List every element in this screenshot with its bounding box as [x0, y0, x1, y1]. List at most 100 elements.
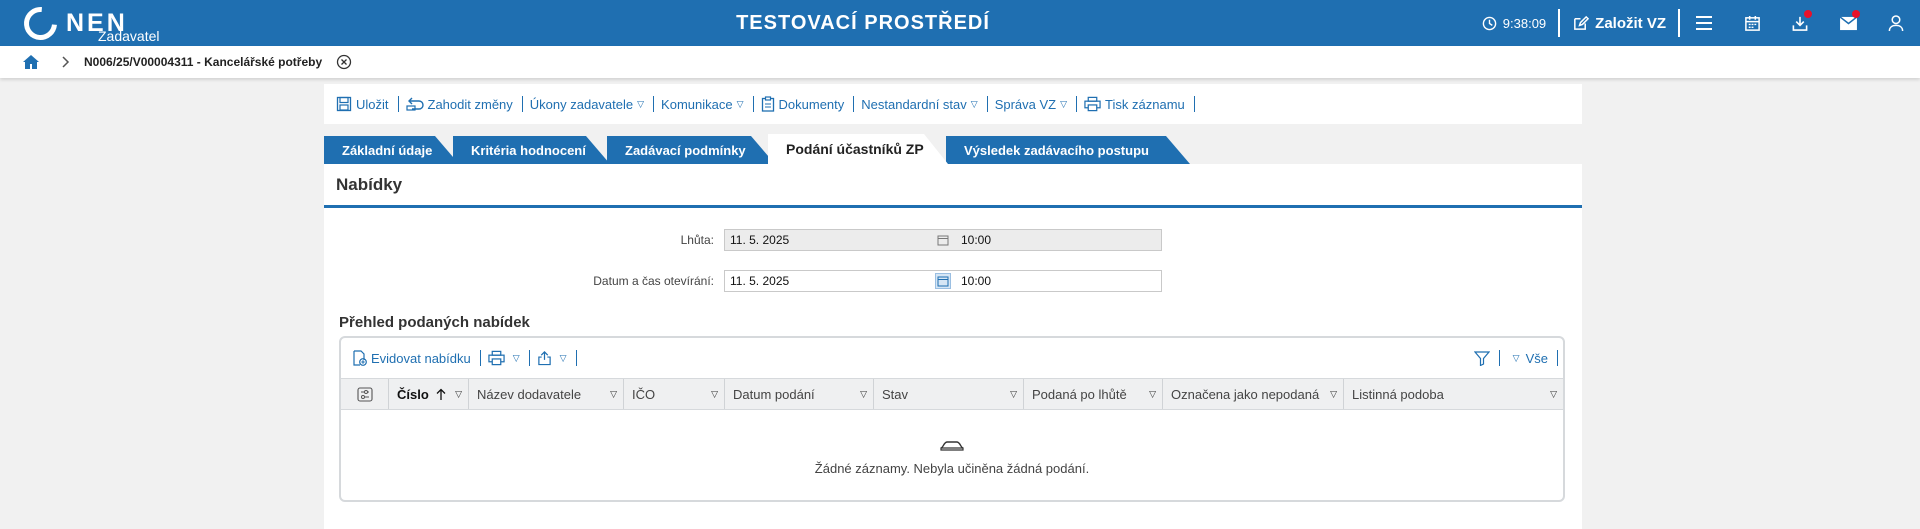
- close-circle-icon[interactable]: [336, 54, 352, 70]
- chevron-right-icon: [62, 56, 70, 68]
- offers-grid: Evidovat nabídku ▽ ▽ ▽ Vše Číslo ▽ Název…: [339, 336, 1565, 502]
- management-label: Správa VZ: [994, 96, 1057, 112]
- empty-tray-icon: [940, 441, 964, 451]
- tab-evaluation-criteria[interactable]: Kritéria hodnocení: [453, 136, 610, 164]
- column-header-ico[interactable]: IČO ▽: [624, 379, 725, 409]
- divider: [521, 96, 523, 112]
- column-header-marked-not-submitted[interactable]: Označena jako nepodaná ▽: [1163, 379, 1344, 409]
- divider: [528, 350, 530, 366]
- tab-participant-submissions[interactable]: Podání účastníků ZP: [768, 134, 948, 164]
- notification-dot: [1804, 10, 1812, 18]
- edit-icon: [1574, 15, 1590, 30]
- grid-toolbar: Evidovat nabídku ▽ ▽ ▽ Vše: [341, 338, 1563, 378]
- home-icon[interactable]: [22, 54, 40, 70]
- documents-button[interactable]: Dokumenty: [757, 96, 851, 112]
- messages-button[interactable]: [1824, 0, 1872, 46]
- downloads-button[interactable]: [1776, 0, 1824, 46]
- column-header-submitted-late[interactable]: Podaná po lhůtě ▽: [1024, 379, 1163, 409]
- divider: [853, 96, 855, 112]
- discard-label: Zahodit změny: [427, 96, 513, 112]
- save-icon: [336, 96, 352, 112]
- grid-filter-controls: ▽ Vše: [1473, 338, 1561, 378]
- actions-label: Úkony zadavatele: [529, 96, 634, 112]
- add-offer-label: Evidovat nabídku: [371, 350, 471, 366]
- column-filter-icon[interactable]: ▽: [1010, 389, 1017, 400]
- printer-icon: [1084, 96, 1101, 112]
- add-offer-button[interactable]: Evidovat nabídku: [347, 350, 477, 366]
- notification-dot: [1852, 10, 1860, 18]
- filter-icon[interactable]: [1473, 350, 1490, 366]
- column-filter-icon[interactable]: ▽: [455, 389, 462, 400]
- clock-text: 9:38:09: [1502, 15, 1547, 31]
- user-icon: [1888, 14, 1904, 31]
- section-title: Nabídky: [324, 164, 1582, 208]
- filter-all-menu[interactable]: ▽ Vše: [1503, 351, 1554, 366]
- grid-export-menu[interactable]: ▽: [533, 350, 573, 366]
- undo-icon: [405, 97, 424, 111]
- calendar-button[interactable]: [1728, 0, 1776, 46]
- calendar-icon[interactable]: [935, 273, 951, 289]
- divider: [986, 96, 988, 112]
- calendar-icon: [1744, 15, 1760, 31]
- column-filter-icon[interactable]: ▽: [1149, 389, 1156, 400]
- column-header-label: Listinná podoba: [1352, 386, 1444, 402]
- vz-management-menu[interactable]: Správa VZ ▽: [991, 97, 1073, 112]
- divider: [1498, 350, 1500, 366]
- deadline-datetime-field: 11. 5. 2025 10:00: [724, 229, 1162, 251]
- create-vz-button[interactable]: Založit VZ: [1560, 15, 1678, 32]
- tab-basic-data[interactable]: Základní údaje: [324, 136, 459, 164]
- column-header-label: Označena jako nepodaná: [1171, 386, 1320, 402]
- dropdown-triangle-icon: ▽: [559, 352, 567, 363]
- empty-state-text: Žádné záznamy. Nebyla učiněna žádná podá…: [814, 461, 1090, 476]
- deadline-row: Lhůta: 11. 5. 2025 10:00: [324, 229, 1162, 251]
- nonstandard-state-menu[interactable]: Nestandardní stav ▽: [857, 97, 983, 112]
- grid-empty-state: Žádné záznamy. Nebyla učiněna žádná podá…: [341, 438, 1563, 476]
- column-header-label: IČO: [632, 386, 656, 402]
- column-header-number[interactable]: Číslo ▽: [389, 379, 469, 409]
- menu-button[interactable]: [1680, 0, 1728, 46]
- column-header-label: Číslo: [397, 386, 429, 402]
- save-button[interactable]: Uložit: [332, 96, 395, 112]
- column-filter-icon[interactable]: ▽: [1330, 389, 1337, 400]
- column-header-supplier-name[interactable]: Název dodavatele ▽: [469, 379, 624, 409]
- tab-procedure-result[interactable]: Výsledek zadávacího postupu: [946, 136, 1190, 164]
- dropdown-triangle-icon: ▽: [970, 98, 978, 109]
- column-header-submission-date[interactable]: Datum podání ▽: [725, 379, 874, 409]
- opening-row: Datum a čas otevírání: 11. 5. 2025 10:00: [324, 270, 1162, 292]
- dropdown-triangle-icon: ▽: [637, 98, 645, 109]
- print-record-button[interactable]: Tisk záznamu: [1080, 96, 1191, 112]
- column-filter-icon[interactable]: ▽: [711, 389, 718, 400]
- column-filter-icon[interactable]: ▽: [860, 389, 867, 400]
- column-settings-button[interactable]: [341, 379, 389, 409]
- column-header-paper-form[interactable]: Listinná podoba ▽: [1344, 379, 1563, 409]
- offers-overview-title: Přehled podaných nabídek: [339, 314, 530, 331]
- column-header-label: Datum podání: [733, 386, 815, 402]
- share-export-icon: [537, 351, 551, 366]
- breadcrumb-item-contract[interactable]: N006/25/V00004311 - Kancelářské potřeby: [84, 55, 322, 69]
- divider: [1076, 96, 1078, 112]
- grid-header-row: Číslo ▽ Název dodavatele ▽ IČO ▽ Datum pod…: [341, 378, 1563, 410]
- divider: [479, 350, 481, 366]
- divider: [1557, 350, 1558, 366]
- column-filter-icon[interactable]: ▽: [1550, 389, 1557, 400]
- divider: [1193, 96, 1195, 112]
- session-clock: 9:38:09: [1470, 16, 1558, 31]
- column-header-status[interactable]: Stav ▽: [874, 379, 1024, 409]
- opening-time-input[interactable]: 10:00: [961, 274, 991, 288]
- print-label: Tisk záznamu: [1105, 96, 1185, 112]
- opening-date-input[interactable]: 11. 5. 2025: [730, 274, 789, 288]
- top-right-controls: 9:38:09 Založit VZ: [1470, 0, 1920, 46]
- dropdown-triangle-icon: ▽: [512, 352, 520, 363]
- grid-print-menu[interactable]: ▽: [484, 350, 526, 366]
- documents-label: Dokumenty: [778, 96, 845, 112]
- opening-datetime-field[interactable]: 11. 5. 2025 10:00: [724, 270, 1162, 292]
- top-bar: NEN Zadavatel TESTOVACÍ PROSTŘEDÍ 9:38:0…: [0, 0, 1920, 47]
- divider: [575, 350, 577, 366]
- user-button[interactable]: [1872, 0, 1920, 46]
- contracting-authority-actions-menu[interactable]: Úkony zadavatele ▽: [526, 97, 650, 112]
- discard-changes-button[interactable]: Zahodit změny: [402, 97, 519, 112]
- communication-menu[interactable]: Komunikace ▽: [657, 97, 749, 112]
- tab-tender-conditions[interactable]: Zadávací podmínky: [607, 136, 775, 164]
- column-filter-icon[interactable]: ▽: [610, 389, 617, 400]
- sort-ascending-icon[interactable]: [435, 388, 447, 401]
